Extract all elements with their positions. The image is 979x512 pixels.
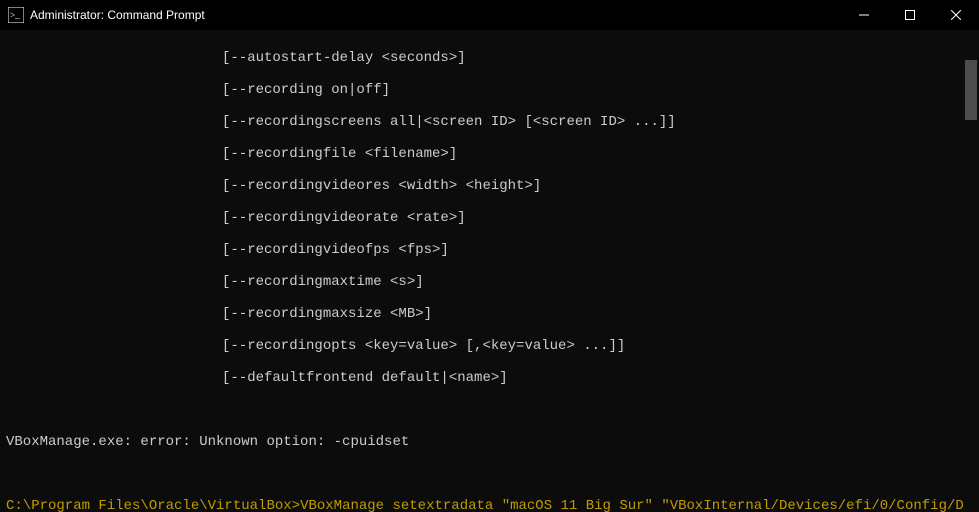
- option-line: [--recordingvideofps <fps>]: [6, 242, 979, 258]
- option-line: [--recordingvideorate <rate>]: [6, 210, 979, 226]
- option-line: [--recordingscreens all|<screen ID> [<sc…: [6, 114, 979, 130]
- option-line: [--autostart-delay <seconds>]: [6, 50, 979, 66]
- minimize-button[interactable]: [841, 0, 887, 30]
- option-line: [--recordingopts <key=value> [,<key=valu…: [6, 338, 979, 354]
- maximize-button[interactable]: [887, 0, 933, 30]
- close-button[interactable]: [933, 0, 979, 30]
- option-line: [--recordingmaxtime <s>]: [6, 274, 979, 290]
- window-controls: [841, 0, 979, 30]
- blank-line: [6, 402, 979, 418]
- window-title: Administrator: Command Prompt: [30, 8, 841, 22]
- terminal-output[interactable]: [--autostart-delay <seconds>] [--recordi…: [0, 30, 979, 512]
- scrollbar-thumb[interactable]: [965, 60, 977, 120]
- option-line: [--recording on|off]: [6, 82, 979, 98]
- titlebar: >_ Administrator: Command Prompt: [0, 0, 979, 30]
- option-line: [--defaultfrontend default|<name>]: [6, 370, 979, 386]
- option-line: [--recordingvideores <width> <height>]: [6, 178, 979, 194]
- prompt: C:\Program Files\Oracle\VirtualBox>: [6, 498, 300, 512]
- scrollbar[interactable]: [963, 30, 979, 512]
- option-line: [--recordingmaxsize <MB>]: [6, 306, 979, 322]
- error-line: VBoxManage.exe: error: Unknown option: -…: [6, 434, 979, 450]
- blank-line: [6, 466, 979, 482]
- option-line: [--recordingfile <filename>]: [6, 146, 979, 162]
- svg-text:>_: >_: [10, 10, 20, 20]
- cmd-icon: >_: [8, 7, 24, 23]
- command-line: C:\Program Files\Oracle\VirtualBox>VBoxM…: [6, 498, 979, 512]
